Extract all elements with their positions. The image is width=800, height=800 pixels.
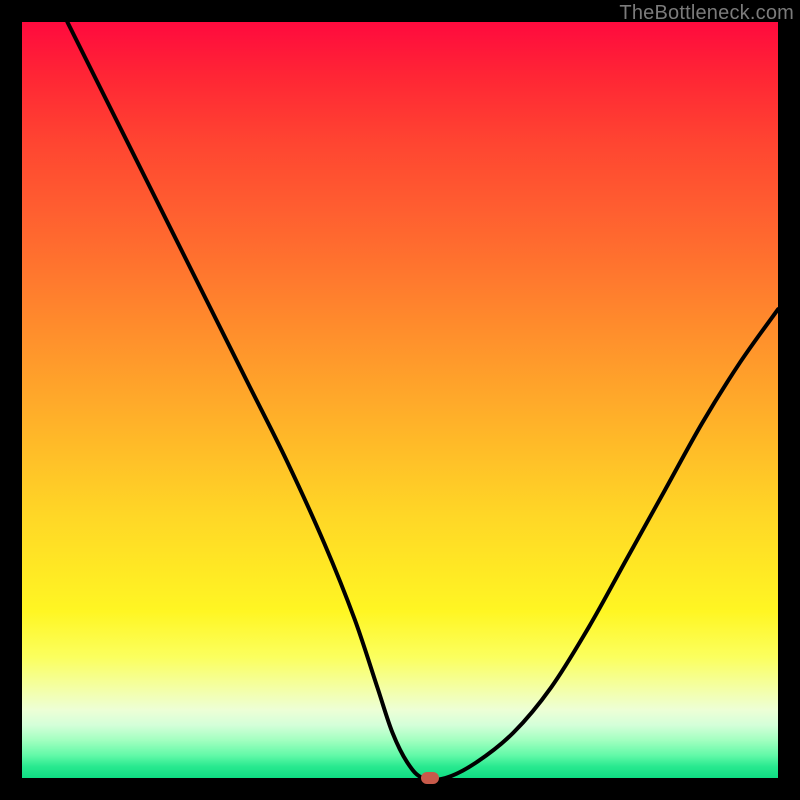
plot-area	[22, 22, 778, 778]
chart-container: TheBottleneck.com	[0, 0, 800, 800]
bottleneck-curve	[22, 22, 778, 778]
optimal-marker	[421, 772, 439, 784]
